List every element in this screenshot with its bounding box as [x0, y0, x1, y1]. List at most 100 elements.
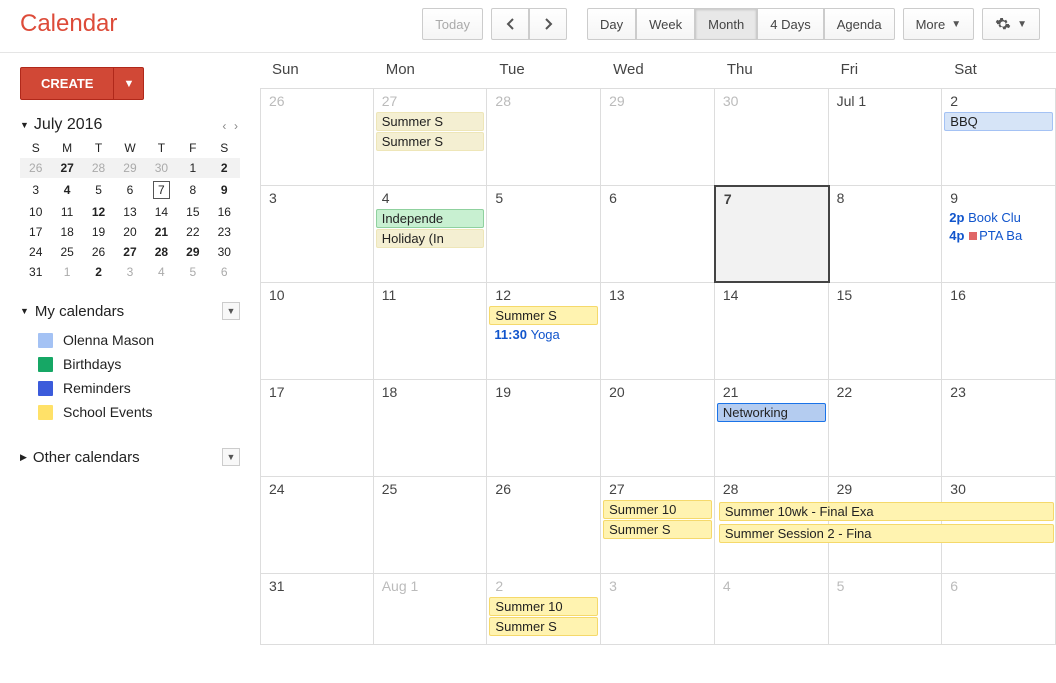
- prev-button[interactable]: [491, 8, 529, 40]
- next-button[interactable]: [529, 8, 567, 40]
- calendar-day-cell[interactable]: 17: [260, 380, 374, 476]
- mini-day[interactable]: 21: [146, 222, 177, 242]
- today-button[interactable]: Today: [422, 8, 483, 40]
- event-block[interactable]: Summer S: [489, 617, 598, 636]
- mini-day[interactable]: 6: [114, 178, 145, 202]
- mini-day[interactable]: 1: [51, 262, 82, 282]
- view-day-button[interactable]: Day: [587, 8, 636, 40]
- mini-day[interactable]: 14: [146, 202, 177, 222]
- mini-day[interactable]: 27: [114, 242, 145, 262]
- mini-day[interactable]: 28: [146, 242, 177, 262]
- event-block-span[interactable]: Summer 10wk - Final Exa: [719, 502, 1054, 521]
- calendar-day-cell[interactable]: 12Summer S11:30 Yoga: [487, 283, 601, 379]
- mini-day[interactable]: 19: [83, 222, 114, 242]
- event-block[interactable]: Summer S: [603, 520, 712, 539]
- mini-day[interactable]: 29: [114, 158, 145, 178]
- calendar-day-cell[interactable]: 10: [260, 283, 374, 379]
- other-calendars-menu-button[interactable]: ▼: [222, 448, 240, 466]
- my-calendars-menu-button[interactable]: ▼: [222, 302, 240, 320]
- event-block[interactable]: Summer 10: [603, 500, 712, 519]
- view-4days-button[interactable]: 4 Days: [757, 8, 823, 40]
- mini-day[interactable]: 25: [51, 242, 82, 262]
- event-block[interactable]: Networking: [717, 403, 826, 422]
- calendar-day-cell[interactable]: 2Summer 10Summer S: [487, 574, 601, 644]
- calendar-day-cell[interactable]: 22: [829, 380, 943, 476]
- calendar-day-cell[interactable]: 20: [601, 380, 715, 476]
- mini-day[interactable]: 2: [83, 262, 114, 282]
- mini-prev-button[interactable]: ‹: [220, 119, 228, 133]
- calendar-day-cell[interactable]: 4: [715, 574, 829, 644]
- more-button[interactable]: More▼: [903, 8, 975, 40]
- event-block[interactable]: Summer S: [489, 306, 598, 325]
- mini-day[interactable]: 29: [177, 242, 208, 262]
- calendar-item[interactable]: Reminders: [20, 376, 240, 400]
- calendar-day-cell[interactable]: Jul 1: [829, 89, 943, 185]
- calendar-day-cell[interactable]: 4IndependeHoliday (In: [374, 186, 488, 282]
- calendar-item[interactable]: Birthdays: [20, 352, 240, 376]
- mini-day[interactable]: 28: [83, 158, 114, 178]
- expand-toggle-icon[interactable]: ▶: [20, 452, 27, 463]
- view-agenda-button[interactable]: Agenda: [824, 8, 895, 40]
- create-dropdown-button[interactable]: ▼: [114, 67, 144, 100]
- calendar-day-cell[interactable]: 30: [715, 89, 829, 185]
- event-block[interactable]: BBQ: [944, 112, 1053, 131]
- mini-day[interactable]: 16: [209, 202, 240, 222]
- mini-day[interactable]: 1: [177, 158, 208, 178]
- mini-day[interactable]: 24: [20, 242, 51, 262]
- view-week-button[interactable]: Week: [636, 8, 695, 40]
- calendar-day-cell[interactable]: 5: [487, 186, 601, 282]
- settings-button[interactable]: ▼: [982, 8, 1040, 40]
- mini-day[interactable]: 26: [83, 242, 114, 262]
- event-block[interactable]: Summer S: [376, 112, 485, 131]
- calendar-day-cell[interactable]: 24: [260, 477, 374, 573]
- mini-day[interactable]: 4: [146, 262, 177, 282]
- calendar-day-cell[interactable]: 15: [829, 283, 943, 379]
- calendar-day-cell[interactable]: 26: [260, 89, 374, 185]
- calendar-day-cell[interactable]: 23: [942, 380, 1056, 476]
- mini-day[interactable]: 26: [20, 158, 51, 178]
- event-block[interactable]: Summer S: [376, 132, 485, 151]
- calendar-day-cell[interactable]: 29: [601, 89, 715, 185]
- calendar-day-cell[interactable]: 3: [601, 574, 715, 644]
- calendar-day-cell[interactable]: 92p Book Clu4p PTA Ba: [942, 186, 1056, 282]
- event-timed[interactable]: 11:30 Yoga: [489, 326, 598, 343]
- mini-day[interactable]: 23: [209, 222, 240, 242]
- mini-day[interactable]: 31: [20, 262, 51, 282]
- event-block-span[interactable]: Summer Session 2 - Fina: [719, 524, 1054, 543]
- event-block[interactable]: Holiday (In: [376, 229, 485, 248]
- mini-day[interactable]: 20: [114, 222, 145, 242]
- calendar-day-cell[interactable]: 27Summer SSummer S: [374, 89, 488, 185]
- calendar-day-cell[interactable]: 5: [829, 574, 943, 644]
- mini-day[interactable]: 6: [209, 262, 240, 282]
- calendar-day-cell[interactable]: 11: [374, 283, 488, 379]
- calendar-day-cell[interactable]: 14: [715, 283, 829, 379]
- mini-day[interactable]: 7: [146, 178, 177, 202]
- mini-day[interactable]: 10: [20, 202, 51, 222]
- calendar-day-cell[interactable]: 28: [487, 89, 601, 185]
- mini-day[interactable]: 11: [51, 202, 82, 222]
- mini-day[interactable]: 8: [177, 178, 208, 202]
- event-block[interactable]: Independe: [376, 209, 485, 228]
- event-timed[interactable]: 2p Book Clu: [944, 209, 1053, 226]
- calendar-day-cell[interactable]: Aug 1: [374, 574, 488, 644]
- calendar-day-cell[interactable]: 19: [487, 380, 601, 476]
- mini-day[interactable]: 5: [83, 178, 114, 202]
- mini-day[interactable]: 4: [51, 178, 82, 202]
- calendar-day-cell[interactable]: 16: [942, 283, 1056, 379]
- calendar-item[interactable]: School Events: [20, 400, 240, 424]
- event-timed[interactable]: 4p PTA Ba: [944, 227, 1053, 244]
- mini-day[interactable]: 30: [146, 158, 177, 178]
- mini-day[interactable]: 22: [177, 222, 208, 242]
- calendar-day-cell[interactable]: 26: [487, 477, 601, 573]
- mini-day[interactable]: 3: [114, 262, 145, 282]
- mini-day[interactable]: 5: [177, 262, 208, 282]
- mini-day[interactable]: 18: [51, 222, 82, 242]
- calendar-day-cell[interactable]: 13: [601, 283, 715, 379]
- mini-day[interactable]: 17: [20, 222, 51, 242]
- create-button[interactable]: CREATE: [20, 67, 114, 100]
- mini-day[interactable]: 15: [177, 202, 208, 222]
- calendar-day-cell[interactable]: 21Networking: [715, 380, 829, 476]
- mini-day[interactable]: 3: [20, 178, 51, 202]
- mini-day[interactable]: 9: [209, 178, 240, 202]
- calendar-day-cell[interactable]: 2BBQ: [942, 89, 1056, 185]
